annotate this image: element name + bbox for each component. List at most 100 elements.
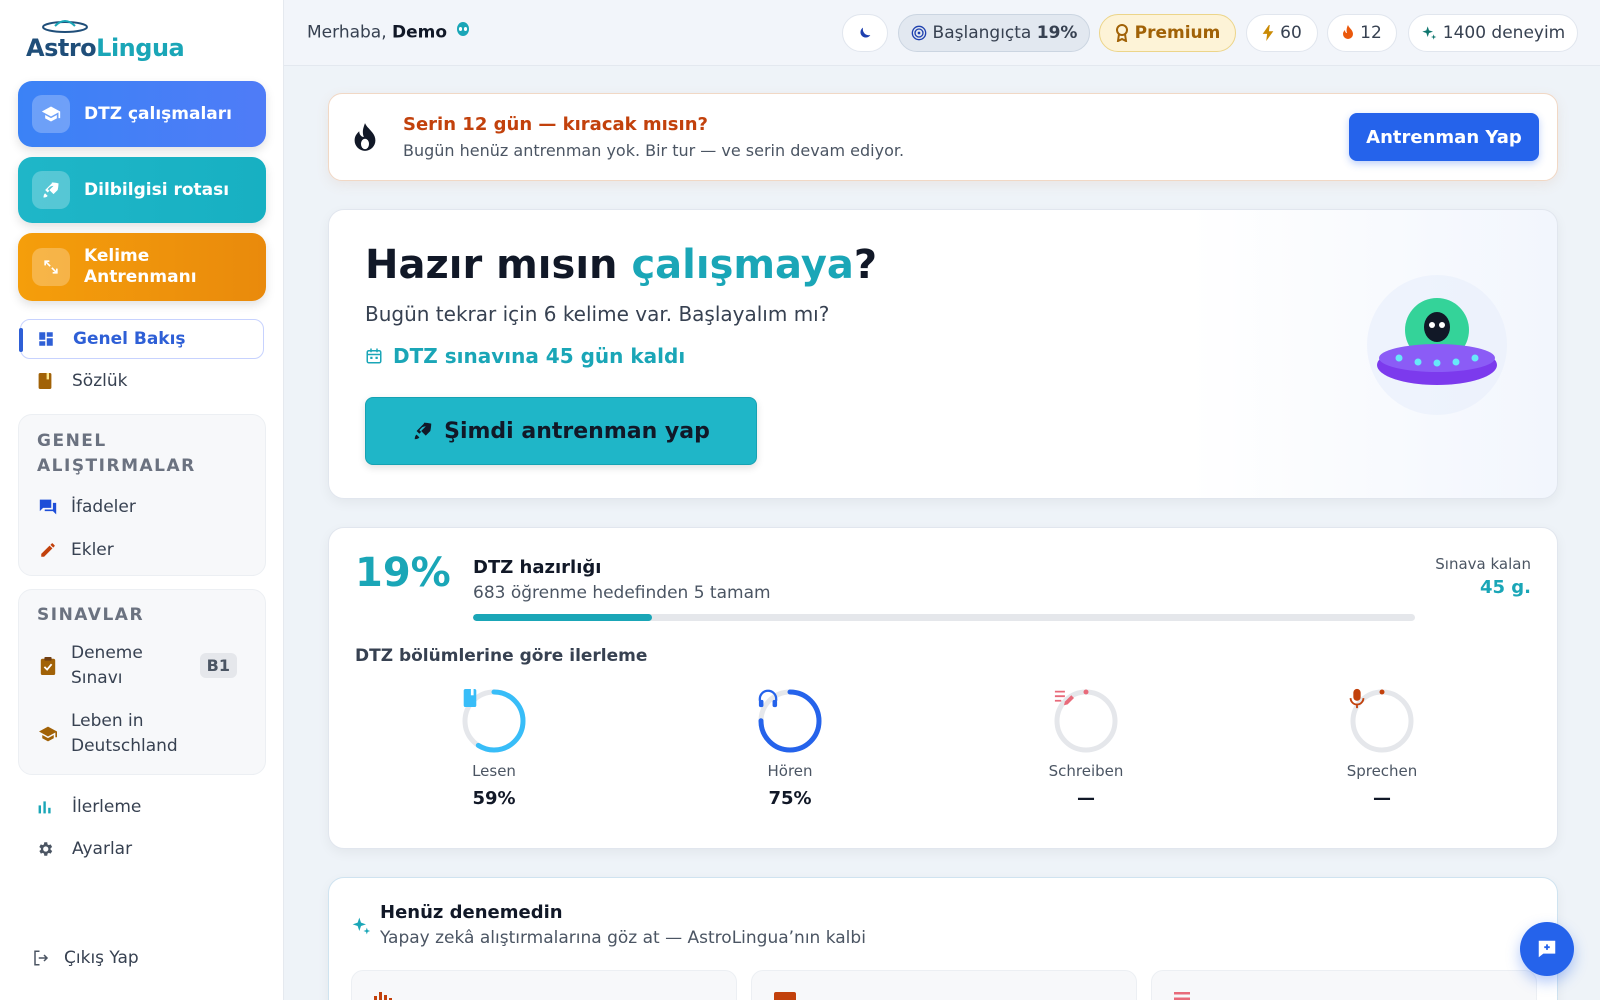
- nav-progress[interactable]: İlerleme: [20, 787, 264, 827]
- app-logo[interactable]: AstroLingua: [26, 16, 226, 66]
- lightning-icon: [1262, 25, 1274, 41]
- section-horen[interactable]: Hören 75%: [715, 688, 865, 809]
- nav-life-in-germany-label: Leben in Deutschland: [71, 711, 178, 756]
- ai-exercise-card[interactable]: [1151, 970, 1537, 1000]
- section-percent: —: [1373, 788, 1391, 809]
- chat-assistant-button[interactable]: [1520, 922, 1574, 976]
- not-tried-title: Henüz denemedin: [380, 902, 563, 923]
- ufo-logo-icon: [42, 20, 88, 33]
- chat-plus-icon: [1536, 938, 1558, 960]
- top-bar: Merhaba, Demo Başlangıçta 19% Premium 60…: [284, 0, 1600, 66]
- section-sprechen[interactable]: Sprechen —: [1307, 688, 1457, 809]
- nav-progress-label: İlerleme: [72, 797, 142, 817]
- hero-subtitle: Bugün tekrar için 6 kelime var. Başlayal…: [365, 302, 830, 326]
- nav-settings[interactable]: Ayarlar: [20, 829, 264, 869]
- alien-icon: [456, 22, 470, 43]
- section-schreiben[interactable]: Schreiben —: [1011, 688, 1161, 809]
- list-icon: [1174, 991, 1190, 1000]
- premium-pill[interactable]: Premium: [1099, 14, 1236, 52]
- greeting: Merhaba, Demo: [307, 22, 470, 43]
- exams-group: SINAVLAR Deneme Sınavı B1 Leben in Deuts…: [18, 589, 266, 775]
- logout-label: Çıkış Yap: [64, 948, 139, 968]
- progress-subtitle: 683 öğrenme hedefinden 5 tamam: [473, 583, 771, 603]
- train-now-button[interactable]: Antrenman Yap: [1349, 113, 1539, 161]
- general-exercises-group: GENEL ALIŞTIRMALAR İfadeler Ekler: [18, 414, 266, 576]
- streak-title: Serin 12 gün — kıracak mısın?: [403, 114, 708, 135]
- dashboard-icon: [35, 330, 57, 348]
- nav-mock-exam-label: Deneme Sınavı: [71, 643, 143, 688]
- progress-bar: [473, 614, 1415, 621]
- progress-ring: [1053, 688, 1119, 754]
- nav-mock-exam[interactable]: Deneme Sınavı B1: [37, 640, 257, 692]
- nav-overview-label: Genel Bakış: [73, 329, 186, 349]
- streak-subtitle: Bugün henüz antrenman yok. Bir tur — ve …: [403, 141, 905, 160]
- bar-chart-icon: [34, 799, 56, 815]
- level-pill[interactable]: Başlangıçta 19%: [898, 14, 1090, 52]
- logout-button[interactable]: Çıkış Yap: [32, 948, 139, 968]
- general-exercises-title: GENEL ALIŞTIRMALAR: [37, 431, 196, 476]
- dtz-studies-label: DTZ çalışmaları: [84, 104, 232, 124]
- hero-card: Hazır mısın çalışmaya? Bugün tekrar için…: [328, 209, 1558, 499]
- grammar-route-button[interactable]: Dilbilgisi rotası: [18, 157, 266, 223]
- grammar-route-label: Dilbilgisi rotası: [84, 180, 230, 200]
- premium-label: Premium: [1134, 23, 1221, 43]
- not-tried-card: Henüz denemedin Yapay zekâ alıştırmaları…: [328, 877, 1558, 1000]
- book-icon: [461, 688, 527, 754]
- nav-dictionary-label: Sözlük: [72, 371, 128, 391]
- edit-icon: [1053, 688, 1119, 754]
- rocket-icon: [32, 171, 70, 209]
- moon-icon: [857, 25, 873, 41]
- sections-title: DTZ bölümlerine göre ilerleme: [355, 646, 648, 666]
- nav-overview[interactable]: Genel Bakış: [19, 319, 264, 359]
- remaining-value: 45 g.: [1479, 577, 1531, 598]
- nav-suffixes[interactable]: Ekler: [37, 536, 257, 564]
- graduation-cap-icon: [37, 725, 59, 743]
- progress-ring: [1349, 688, 1415, 754]
- section-lesen[interactable]: Lesen 59%: [419, 688, 569, 809]
- nav-phrases-label: İfadeler: [71, 497, 136, 517]
- not-tried-subtitle: Yapay zekâ alıştırmalarına göz at — Astr…: [380, 928, 866, 948]
- nav-phrases[interactable]: İfadeler: [37, 493, 257, 521]
- section-name: Schreiben: [1048, 762, 1124, 780]
- audio-bars-icon: [374, 991, 394, 1000]
- level-badge: B1: [199, 653, 237, 678]
- calendar-icon: [365, 347, 383, 365]
- ai-exercise-card[interactable]: [751, 970, 1137, 1000]
- headphones-icon: [757, 688, 823, 754]
- streak-pill[interactable]: 12: [1327, 14, 1397, 52]
- vocabulary-training-label: Kelime Antrenmanı: [84, 246, 197, 287]
- pencil-icon: [37, 541, 59, 559]
- theme-toggle[interactable]: [842, 14, 888, 52]
- start-training-button[interactable]: Şimdi antrenman yap: [365, 397, 757, 465]
- energy-pill[interactable]: 60: [1246, 14, 1318, 52]
- sparkle-icon: [351, 916, 371, 940]
- xp-pill[interactable]: 1400 deneyim: [1408, 14, 1578, 52]
- exam-countdown-text: DTZ sınavına 45 gün kaldı: [393, 344, 686, 368]
- chat-icon: [37, 498, 59, 516]
- progress-ring: [461, 688, 527, 754]
- target-icon: [911, 25, 927, 41]
- book-icon: [774, 991, 796, 1000]
- nav-life-in-germany[interactable]: Leben in Deutschland: [37, 708, 257, 760]
- nav-settings-label: Ayarlar: [72, 839, 133, 859]
- streak-banner: Serin 12 gün — kıracak mısın? Bugün henü…: [328, 93, 1558, 181]
- user-name: Demo: [392, 22, 448, 43]
- graduation-cap-icon: [32, 95, 70, 133]
- ai-exercise-card[interactable]: [351, 970, 737, 1000]
- start-training-label: Şimdi antrenman yap: [444, 418, 710, 444]
- section-percent: 59%: [472, 788, 516, 809]
- overall-percent: 19%: [355, 550, 451, 596]
- dtz-studies-button[interactable]: DTZ çalışmaları: [18, 81, 266, 147]
- section-name: Sprechen: [1346, 762, 1418, 780]
- level-value: 19%: [1036, 23, 1078, 43]
- flame-icon: [1342, 25, 1354, 41]
- streak-value: 12: [1360, 23, 1382, 43]
- progress-ring: [757, 688, 823, 754]
- exam-countdown: DTZ sınavına 45 gün kaldı: [365, 344, 685, 368]
- nav-dictionary[interactable]: Sözlük: [20, 361, 264, 401]
- gear-icon: [34, 840, 56, 858]
- book-icon: [34, 372, 56, 390]
- hero-title: Hazır mısın çalışmaya?: [365, 242, 878, 288]
- dtz-progress-card: 19% DTZ hazırlığı 683 öğrenme hedefinden…: [328, 527, 1558, 849]
- vocabulary-training-button[interactable]: Kelime Antrenmanı: [18, 233, 266, 301]
